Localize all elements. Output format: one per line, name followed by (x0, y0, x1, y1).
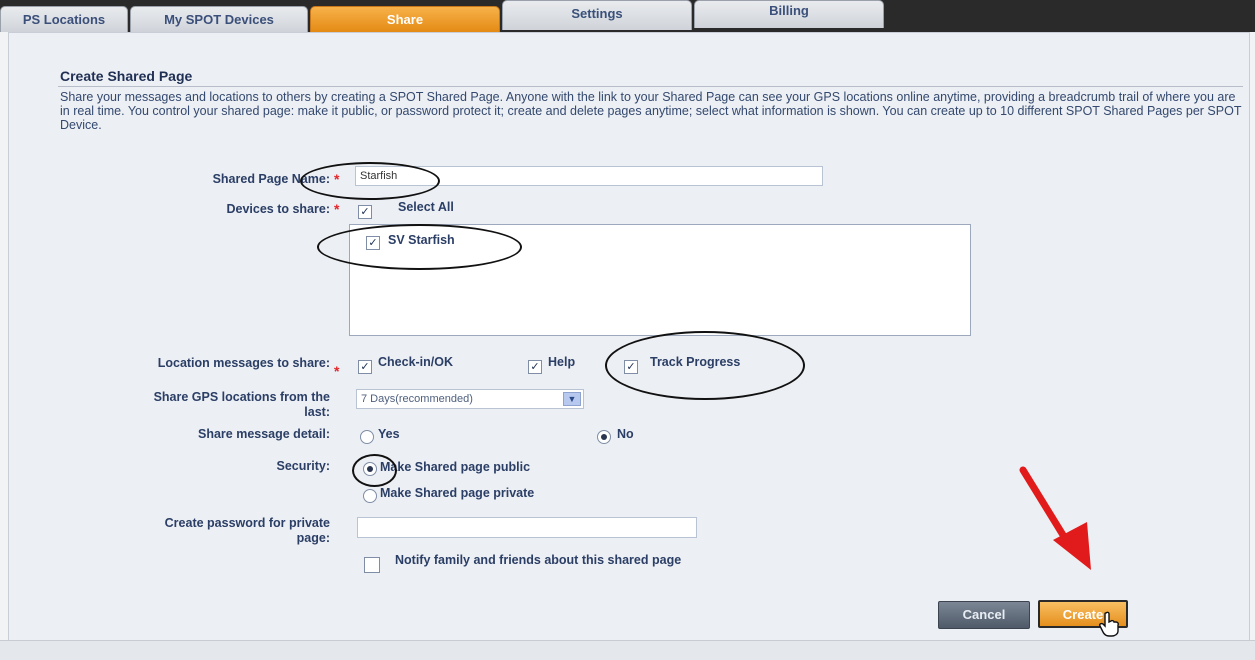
hand-cursor-icon (1099, 611, 1119, 637)
select-all-label: Select All (398, 200, 454, 214)
checkin-checkbox[interactable]: ✓ (358, 360, 372, 374)
tab-gps-locations[interactable]: PS Locations (0, 6, 128, 32)
tab-bar: PS Locations My SPOT Devices Share Setti… (0, 0, 1255, 32)
required-marker: * (334, 201, 340, 217)
annotation-circle-device (317, 224, 522, 270)
security-public-label: Make Shared page public (380, 460, 531, 474)
share-gps-label: Share GPS locations from the last: (153, 390, 330, 419)
security-label: Security: (276, 459, 331, 473)
footer-strip (0, 640, 1255, 660)
security-private-label: Make Shared page private (380, 486, 535, 500)
security-private-radio[interactable] (363, 489, 377, 503)
help-label: Help (548, 355, 576, 369)
password-label: Create password for private page: (164, 516, 330, 545)
tab-share[interactable]: Share (310, 6, 500, 32)
cancel-button[interactable]: Cancel (938, 601, 1030, 629)
required-marker: * (334, 363, 340, 379)
message-detail-yes-label: Yes (378, 427, 400, 441)
annotation-circle-track-progress (605, 331, 805, 400)
devices-label: Devices to share: (226, 202, 330, 216)
page-description: Share your messages and locations to oth… (60, 90, 1242, 132)
select-all-checkbox[interactable]: ✓ (358, 205, 372, 219)
share-gps-select[interactable]: 7 Days(recommended) ▼ (356, 389, 584, 409)
tab-billing[interactable]: Billing (694, 0, 884, 28)
password-input[interactable] (357, 517, 697, 538)
page-title: Create Shared Page (60, 68, 193, 84)
checkin-label: Check-in/OK (378, 355, 454, 369)
message-detail-no-radio[interactable] (597, 430, 611, 444)
annotation-circle-page-name (300, 162, 440, 200)
tab-settings[interactable]: Settings (502, 0, 692, 30)
help-checkbox[interactable]: ✓ (528, 360, 542, 374)
title-divider (58, 86, 1243, 87)
notify-label: Notify family and friends about this sha… (395, 553, 682, 567)
message-detail-yes-radio[interactable] (360, 430, 374, 444)
location-messages-label: Location messages to share: (157, 356, 330, 370)
notify-checkbox[interactable] (364, 557, 380, 573)
message-detail-label: Share message detail: (197, 427, 330, 441)
message-detail-no-label: No (617, 427, 634, 441)
dropdown-arrow-icon: ▼ (563, 392, 581, 406)
annotation-circle-security (352, 454, 397, 487)
tab-my-spot-devices[interactable]: My SPOT Devices (130, 6, 308, 32)
red-arrow-icon (1019, 466, 1091, 570)
